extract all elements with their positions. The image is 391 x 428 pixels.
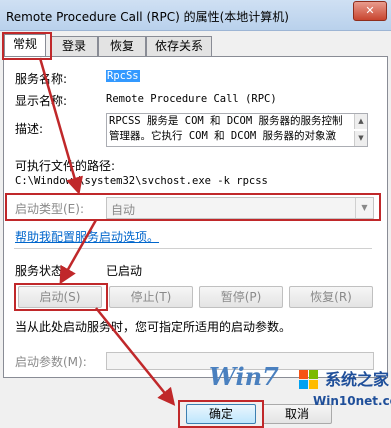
watermark-logo: Win7 系统之家 Win10net.com bbox=[205, 360, 391, 425]
logo-site-name: 系统之家 bbox=[325, 370, 390, 389]
arrow-tab-to-startup bbox=[38, 57, 83, 195]
arrow-startup-to-start bbox=[59, 219, 98, 285]
logo-win7-text: Win7 bbox=[209, 362, 279, 391]
windows-flag-icon bbox=[299, 370, 319, 390]
logo-site-url: Win10net.com bbox=[313, 394, 391, 408]
arrow-start-to-ok bbox=[95, 307, 176, 406]
